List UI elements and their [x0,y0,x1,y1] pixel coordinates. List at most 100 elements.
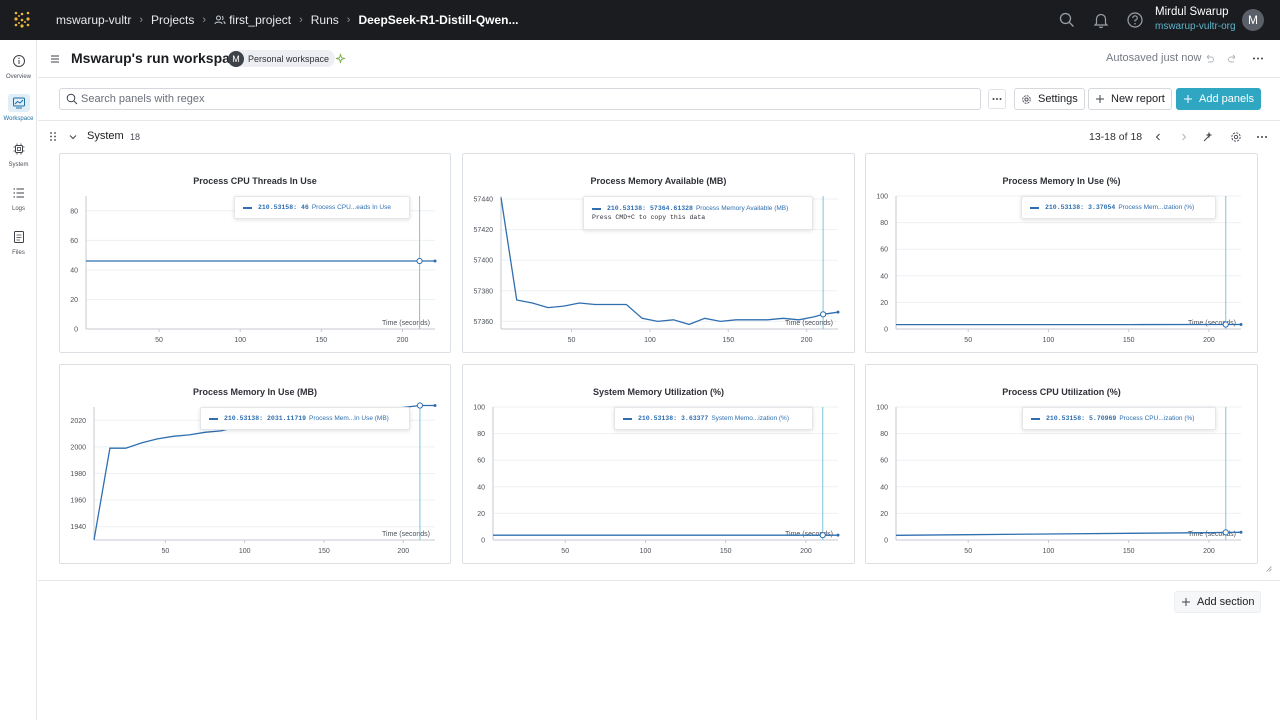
chart-panel[interactable]: Process CPU Utilization (%) 0 20 40 60 80 100 5… [865,364,1258,564]
redo-icon[interactable] [1227,53,1238,64]
section-title: System [87,130,124,142]
x-tick-label: 150 [1123,548,1135,555]
plus-icon [1096,95,1104,103]
rail-label: Workspace [3,116,34,122]
line-chart[interactable]: 0 20 40 60 80 50 100 150 200 Time (seconds) [60,154,452,354]
x-tick-label: 150 [1123,337,1135,344]
x-tick-label: 150 [720,548,732,555]
breadcrumb-entity[interactable]: mswarup-vultr [56,13,131,27]
x-tick-label: 100 [644,337,656,344]
x-tick-label: 200 [801,337,813,344]
tooltip-value: 46 [301,204,309,211]
magic-wand-icon[interactable] [1202,131,1214,143]
hover-point [819,532,826,539]
chart-panel[interactable]: Process Memory In Use (%) 0 20 40 60 80 100 50 1… [865,153,1258,353]
tooltip-value: 2031.11719 [267,415,307,422]
breadcrumb-separator: › [346,14,351,26]
search-icon[interactable] [1058,11,1076,29]
y-tick-label: 20 [880,511,888,518]
y-tick-label: 80 [70,208,78,215]
rail-item-overview[interactable]: Overview [0,52,37,80]
undo-icon[interactable] [1204,53,1215,64]
rail-item-workspace[interactable]: Workspace [0,94,37,122]
avatar[interactable]: M [1242,9,1264,31]
more-icon[interactable] [1256,132,1268,142]
line-chart[interactable]: 1940 1960 1980 2000 2020 50 100 150 200 Time (sec… [60,365,452,565]
line-chart[interactable]: 02040608010050 100 150 200Time (seconds) [463,365,856,565]
search-box [59,88,981,110]
sparkle-icon[interactable] [335,53,346,64]
chart-panel[interactable]: Process Memory In Use (MB) 1940 1960 1980 20… [59,364,451,564]
info-icon [12,55,25,67]
y-tick-label: 100 [876,405,888,412]
x-tick-label: 100 [239,548,251,555]
x-axis-label: Time (seconds) [382,531,430,538]
series-swatch [209,417,218,420]
chip-icon [13,143,24,155]
workspace-icon [12,97,25,109]
breadcrumb-project[interactable]: first_project [214,13,291,27]
y-tick-label: 60 [477,458,485,465]
breadcrumb-projects[interactable]: Projects [151,13,194,27]
y-tick-label: 40 [880,273,888,280]
settings-button[interactable]: Settings [1014,88,1085,110]
hover-point [416,402,424,409]
gear-icon[interactable] [1230,131,1242,143]
app-grid-icon[interactable] [13,11,31,29]
more-icon[interactable] [1252,53,1264,64]
x-tick-label: 100 [1043,548,1055,555]
top-icons [1058,11,1144,29]
chevron-right-icon[interactable] [1180,132,1188,142]
y-tick-label: 0 [884,327,888,334]
y-tick-label: 57400 [474,258,494,265]
x-tick-label: 200 [1203,548,1215,555]
tooltip-value: 5.70969 [1089,415,1117,422]
help-icon[interactable] [1126,11,1144,29]
tooltip-row: 210.53138: 57364.61328 Process Memory Avai… [592,205,804,212]
chart-panel[interactable]: Process Memory Available (MB) 57360 57380 5… [462,153,855,353]
tooltip-row: 210.53138: 3.37054 Process Mem...ization (… [1030,204,1207,211]
add-section-button[interactable]: Add section [1174,591,1262,613]
resize-handle-icon[interactable] [1266,566,1272,572]
search-input[interactable] [81,91,961,107]
end-point [1239,530,1243,534]
autosave-status: Autosaved just now [1106,52,1202,64]
new-report-button[interactable]: New report [1088,88,1172,110]
rail-item-system[interactable]: System [0,140,37,168]
bell-icon[interactable] [1092,11,1110,29]
line-chart[interactable]: 02040608010050 100 150 200Time (seconds) [866,365,1259,565]
new-report-label: New report [1111,93,1165,105]
series-swatch [1031,417,1040,420]
line-chart[interactable]: 57360 57380 57400 57420 57440 50 100 150 200 Time… [463,154,856,354]
y-tick-label: 1940 [70,524,86,531]
tooltip-hint: Press CMD+C to copy this data [592,214,706,221]
user-org: mswarup-vultr-org [1155,21,1236,32]
chevron-left-icon[interactable] [1154,132,1162,142]
rail-item-logs[interactable]: Logs [0,184,37,212]
line-chart[interactable]: 02040608010050 100 150 200Time (seconds) [866,154,1259,354]
workspace-badge-label: Personal workspace [248,53,330,64]
y-tick-label: 1980 [70,471,86,478]
tooltip-value: 3.63377 [681,415,709,422]
rail-icon-wrap [8,52,30,70]
x-tick-label: 100 [234,337,246,344]
chevron-down-icon[interactable] [68,133,78,141]
user-menu[interactable]: Mirdul Swarup mswarup-vultr-org [1155,6,1236,32]
menu-icon[interactable] [50,54,60,64]
chart-panel[interactable]: System Memory Utilization (%) 0 20 40 60 80 10… [462,364,855,564]
series-swatch [623,417,632,420]
x-tick-label: 50 [568,337,576,344]
drag-handle-icon[interactable] [49,131,57,142]
breadcrumb-run[interactable]: DeepSeek-R1-Distill-Qwen... [358,13,518,27]
breadcrumb-separator: › [139,14,144,26]
y-tick-label: 20 [880,300,888,307]
rail-icon-wrap [8,140,30,158]
workspace-badge[interactable]: M Personal workspace [228,50,336,67]
add-panels-button[interactable]: Add panels [1176,88,1262,110]
chart-panel[interactable]: Process CPU Threads In Use 0 20 40 60 80 50 100… [59,153,451,353]
breadcrumb-runs[interactable]: Runs [311,13,339,27]
search-options-button[interactable] [988,89,1006,109]
y-tick-label: 57420 [474,227,494,234]
rail-item-files[interactable]: Files [0,228,37,256]
tooltip-x: 210.53158: [258,204,298,211]
